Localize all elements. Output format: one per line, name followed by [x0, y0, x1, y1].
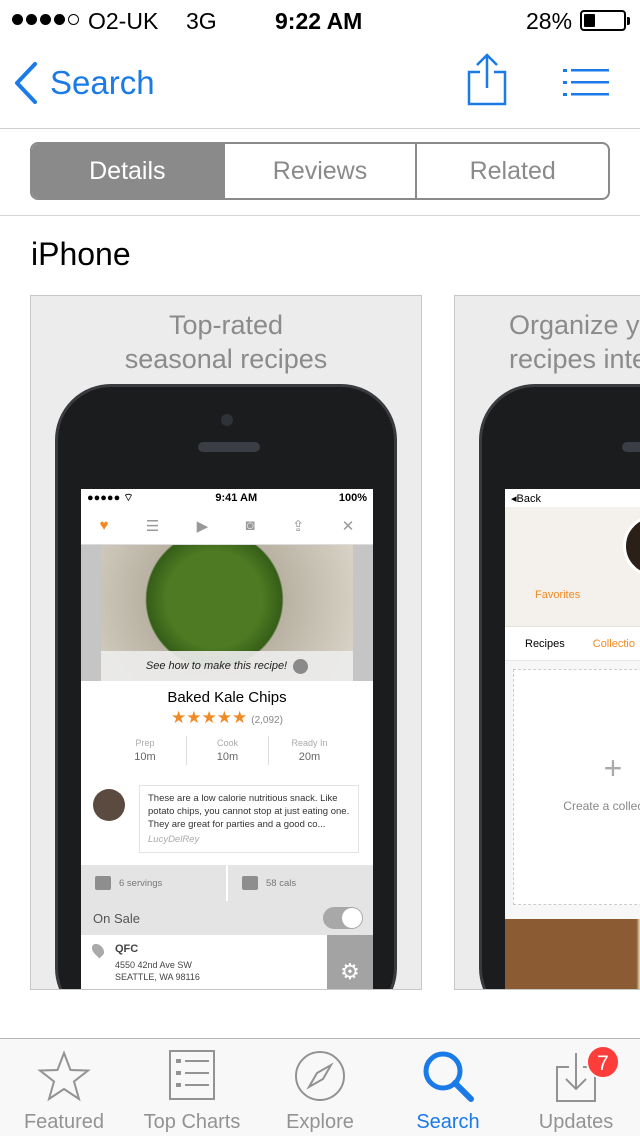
battery-percentage: 28% — [526, 8, 573, 34]
battery-icon — [580, 10, 630, 31]
recipe-photo: See how to make this recipe! — [81, 545, 373, 681]
network-label: 3G — [186, 8, 217, 34]
compass-icon — [295, 1051, 345, 1101]
heart-icon: ♥ — [99, 517, 109, 534]
phone-frame: ●●●●● ⌔ 9:41 AM 100% ♥ ☰ ▶ ◙ ⇪ ✕ See how… — [55, 384, 397, 989]
tab-updates[interactable]: Updates — [512, 1039, 640, 1136]
on-sale-toggle — [323, 907, 363, 929]
avatar — [93, 789, 125, 821]
play-icon — [293, 658, 309, 674]
location-pin-icon — [89, 941, 107, 959]
profile-header: Favorites — [505, 507, 640, 627]
review-comment: These are a low calorie nutritious snack… — [93, 785, 363, 853]
favorites-tab: Favorites — [535, 589, 581, 601]
inner-toolbar: ♥ ☰ ▶ ◙ ⇪ ✕ — [81, 507, 373, 545]
carrier-label: O2-UK — [88, 8, 159, 34]
phone-screen: ◂Back 11 Favorites Recipes Collectio + C… — [505, 489, 640, 989]
segment-related[interactable]: Related — [415, 144, 608, 198]
screenshot-caption: Top-rated seasonal recipes — [124, 310, 328, 374]
segmented-control: Details Reviews Related — [30, 142, 610, 200]
close-icon: ✕ — [341, 517, 355, 535]
segment-reviews[interactable]: Reviews — [222, 144, 416, 198]
food-thumbnails — [505, 919, 640, 989]
store-info: QFC 4550 42nd Ave SW SEATTLE, WA 98116 ⚙ — [81, 935, 373, 989]
search-icon — [423, 1051, 474, 1102]
star-rating: ★★★★★ (2,092) — [171, 708, 283, 727]
star-icon — [37, 1050, 91, 1102]
back-button[interactable]: Search — [14, 62, 155, 104]
back-label: Search — [50, 64, 155, 101]
navigation-bar: Search — [0, 40, 640, 129]
gear-icon: ⚙ — [327, 935, 373, 989]
signal-strength-icon — [12, 14, 79, 25]
platform-title: iPhone — [31, 236, 131, 272]
tab-search[interactable]: Search — [384, 1039, 512, 1136]
share-button[interactable] — [466, 52, 508, 111]
phone-screen: ●●●●● ⌔ 9:41 AM 100% ♥ ☰ ▶ ◙ ⇪ ✕ See how… — [81, 489, 373, 989]
speaker-grille — [198, 442, 260, 452]
tab-top-charts[interactable]: Top Charts — [128, 1039, 256, 1136]
play-icon: ▶ — [196, 517, 209, 535]
inner-status-bar: ●●●●● ⌔ 9:41 AM 100% — [87, 492, 367, 504]
divider — [0, 215, 640, 216]
avatar — [623, 515, 640, 577]
collection-grid: + Create a collection — [505, 661, 640, 919]
phone-frame: ◂Back 11 Favorites Recipes Collectio + C… — [479, 384, 640, 989]
list-button[interactable] — [563, 68, 609, 103]
clock: 9:22 AM — [275, 8, 363, 34]
updates-badge: 7 — [586, 1045, 620, 1079]
plus-icon: + — [603, 750, 623, 786]
app-screenshot-2[interactable]: Organize y recipes inte ◂Back 11 Favorit… — [454, 295, 640, 990]
add-list-icon: ☰ — [145, 517, 160, 535]
collection-tabs: Recipes Collectio — [505, 627, 640, 661]
screenshot-caption: Organize y recipes inte — [509, 310, 640, 374]
camera-icon: ◙ — [245, 517, 255, 534]
on-sale-row: On Sale — [81, 901, 373, 935]
chevron-left-icon — [15, 62, 37, 104]
video-cta: See how to make this recipe! — [101, 651, 353, 681]
tab-bar: Featured Top Charts Explore Search Updat… — [0, 1038, 640, 1136]
recipe-title: Baked Kale Chips — [167, 689, 287, 706]
tab-featured[interactable]: Featured — [0, 1039, 128, 1136]
segment-details[interactable]: Details — [32, 144, 223, 198]
nutrition-stats: 6 servings 58 cals — [81, 865, 373, 901]
top-charts-icon — [169, 1050, 215, 1100]
bar-chart-icon — [242, 876, 258, 890]
camera-icon — [221, 414, 233, 426]
speaker-grille — [622, 442, 640, 452]
list-icon — [563, 69, 609, 96]
share-icon — [467, 53, 507, 106]
tab-explore[interactable]: Explore — [256, 1039, 384, 1136]
share-icon: ⇪ — [291, 517, 305, 535]
status-bar: O2-UK 3G 9:22 AM 28% — [0, 0, 640, 40]
recipe-times: Prep 10m Cook 10m Ready In 20m — [81, 736, 373, 765]
inner-status-bar: ◂Back 11 — [511, 492, 541, 505]
create-collection-card: + Create a collection — [513, 669, 640, 905]
app-screenshot-1[interactable]: Top-rated seasonal recipes ●●●●● ⌔ 9:41 … — [30, 295, 422, 990]
servings-icon — [95, 876, 111, 890]
